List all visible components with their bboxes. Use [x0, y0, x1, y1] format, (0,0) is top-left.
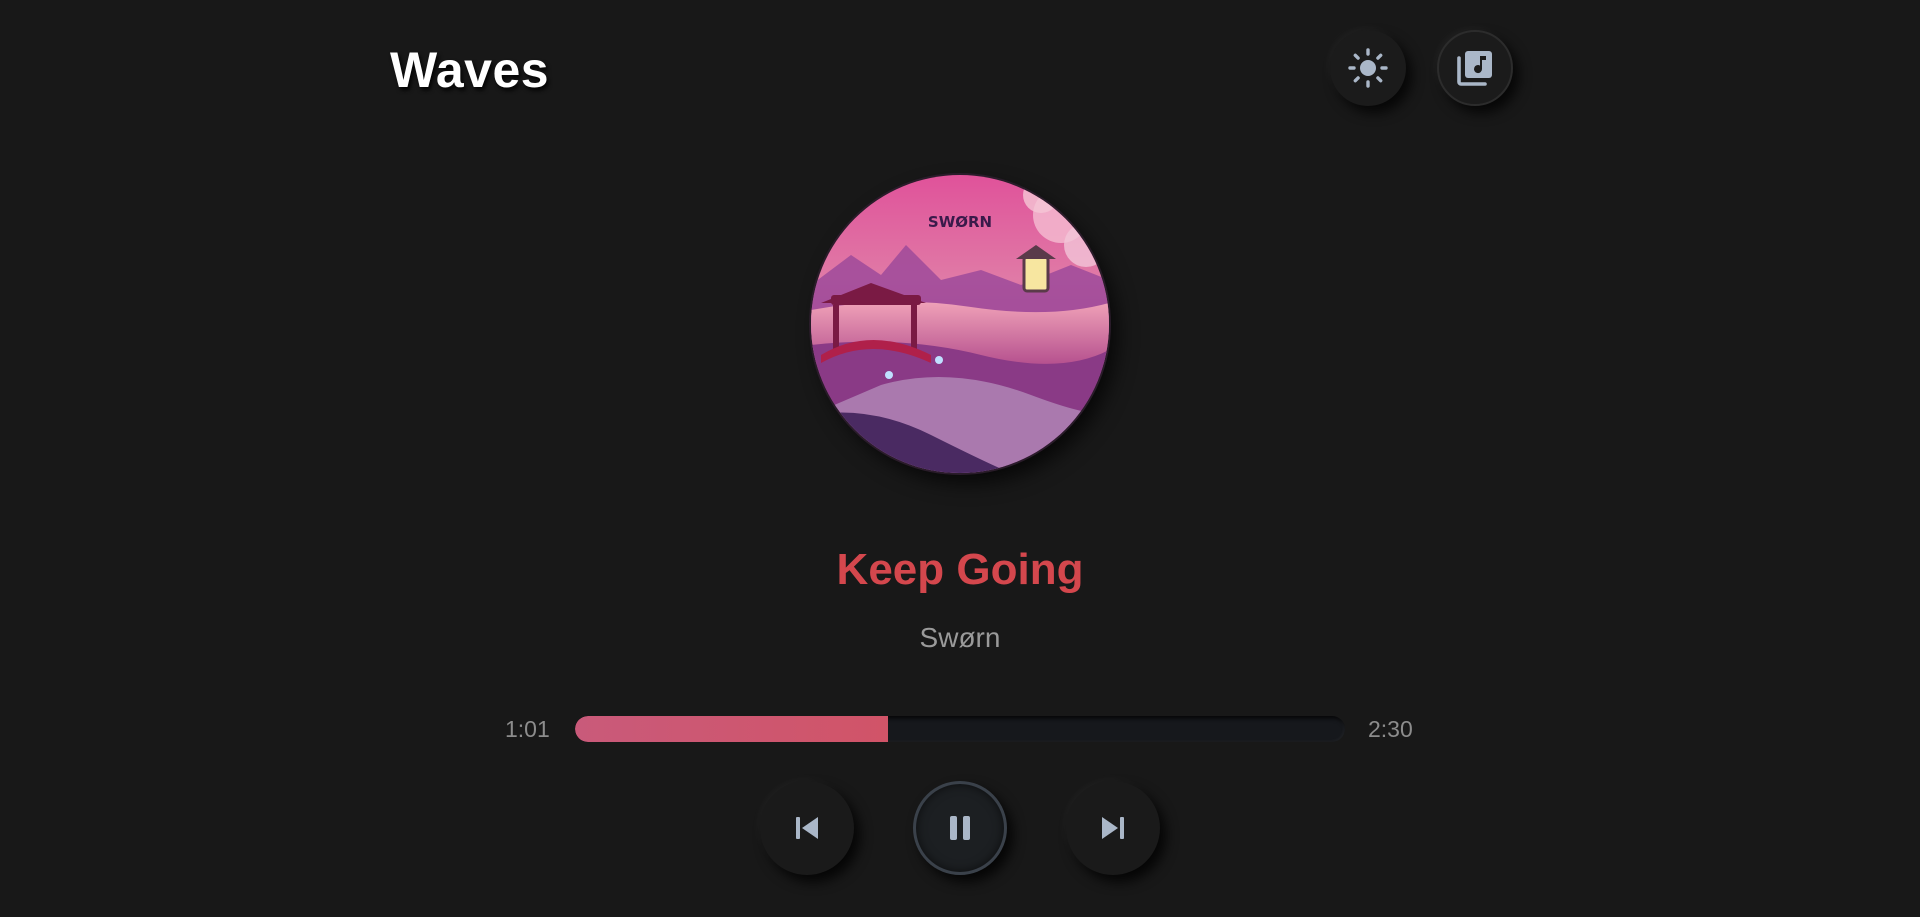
music-library-icon — [1457, 51, 1492, 86]
current-time: 1:01 — [505, 716, 550, 742]
album-cover: SWØRN — [811, 175, 1109, 473]
app-logo: Waves — [390, 42, 550, 98]
pause-icon — [950, 816, 970, 840]
skip-next-icon — [1102, 817, 1124, 839]
sun-icon — [1348, 48, 1388, 88]
music-player-app: Waves SWØRN Keep Going Swørn 1:01 2:30 — [0, 0, 1920, 917]
track-artist: Swørn — [919, 622, 1001, 653]
cover-art-text: SWØRN — [928, 213, 992, 231]
library-button[interactable] — [1437, 30, 1513, 106]
theme-toggle-button[interactable] — [1330, 30, 1406, 106]
album-art-image: SWØRN — [811, 175, 1109, 473]
skip-previous-icon — [796, 817, 818, 839]
total-time: 2:30 — [1368, 716, 1413, 742]
next-track-button[interactable] — [1066, 781, 1160, 875]
play-pause-button[interactable] — [913, 781, 1007, 875]
track-title: Keep Going — [836, 545, 1084, 594]
progress-bar[interactable] — [575, 716, 1345, 742]
progress-fill — [575, 716, 889, 742]
previous-track-button[interactable] — [760, 781, 854, 875]
